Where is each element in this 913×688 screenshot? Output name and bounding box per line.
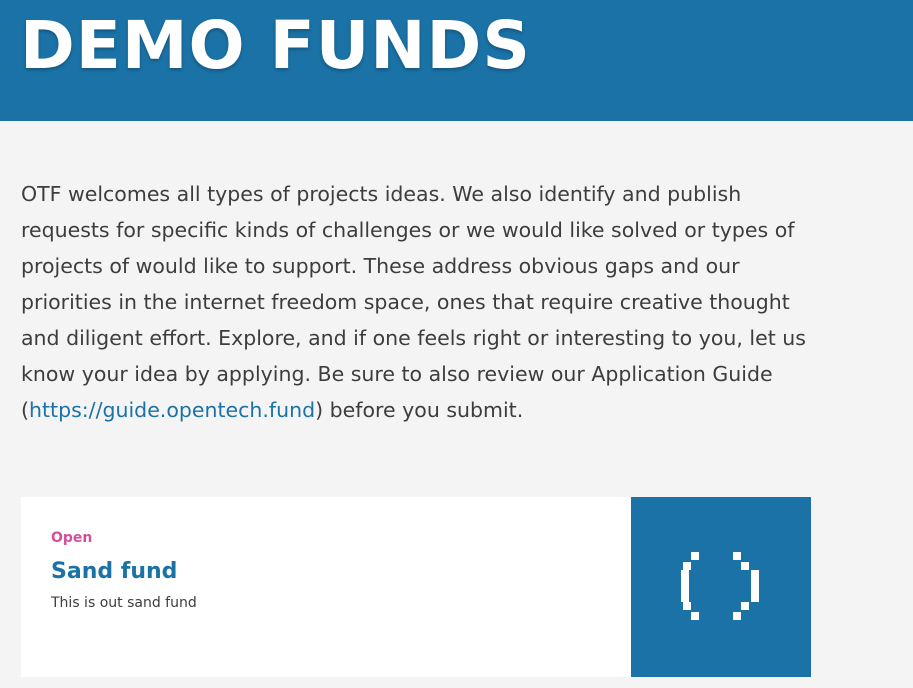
intro-paragraph: OTF welcomes all types of projects ideas… — [21, 176, 821, 428]
fund-card[interactable]: Open Sand fund This is out sand fund — [21, 497, 811, 677]
application-guide-link[interactable]: https://guide.opentech.fund — [29, 398, 315, 422]
fund-description: This is out sand fund — [51, 595, 197, 611]
intro-text: OTF welcomes all types of projects ideas… — [21, 182, 806, 422]
fund-title-link[interactable]: Sand fund — [51, 557, 177, 587]
fund-status-badge: Open — [51, 530, 93, 546]
fund-thumbnail[interactable] — [631, 497, 811, 677]
pixel-brackets-icon — [681, 552, 759, 620]
intro-text-end: ) before you submit. — [315, 398, 524, 422]
page-header: DEMO FUNDS — [0, 0, 913, 121]
page-title: DEMO FUNDS — [20, 7, 531, 84]
